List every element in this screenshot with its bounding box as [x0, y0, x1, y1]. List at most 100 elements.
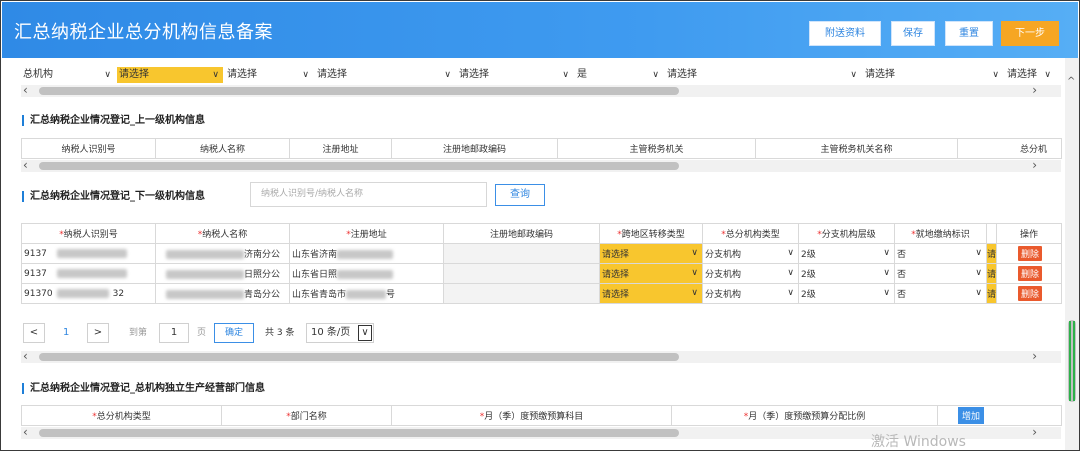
chevron-down-icon: ∨ [787, 268, 794, 278]
cell-taxpayer-id: 91370 32 [21, 283, 156, 304]
chevron-down-icon: ∨ [691, 268, 698, 278]
select-value: 总机构 [23, 69, 53, 80]
attach-materials-button[interactable]: 附送资料 [809, 21, 881, 46]
local-payment-select[interactable]: 否 ∨ [894, 283, 987, 304]
select-field-6[interactable]: 是 ∨ [575, 67, 663, 83]
column-label: 总分机构类型 [96, 412, 151, 422]
name-text: 济南分公 [244, 250, 281, 260]
top-select-row: 总机构 ∨ 请选择 ∨ 请选择 ∨ 请选择 ∨ 请选择 ∨ 是 ∨ 请选择 ∨ 请选择 ∨ 请选… [21, 67, 1061, 83]
lower-table-horizontal-scrollbar[interactable]: ‹ › [21, 349, 1061, 363]
horizontal-scroll-thumb[interactable] [39, 353, 679, 361]
column-header: 纳税人识别号 [21, 138, 156, 159]
section-title-upper: 汇总纳税企业情况登记_上一级机构信息 [22, 115, 205, 126]
next-page-button[interactable]: > [87, 323, 109, 343]
horizontal-scroll-thumb[interactable] [39, 162, 679, 170]
select-org-category[interactable]: 总机构 ∨ [21, 67, 115, 83]
select-field-2[interactable]: 请选择 ∨ [117, 67, 223, 83]
local-payment-select[interactable]: 否 ∨ [894, 243, 987, 264]
extra-select[interactable]: 请 [986, 263, 997, 284]
scroll-right-icon[interactable]: › [1032, 158, 1037, 172]
table-row: 9137 济南分公 山东省济南 请选择 ∨ 分支机构 ∨ 2级 ∨ 否 ∨ 请 删除 [21, 243, 1062, 264]
redacted-block [166, 270, 244, 279]
select-value: 10 条/页 [311, 327, 351, 338]
next-step-button[interactable]: 下一步 [1001, 21, 1059, 46]
column-label: 就地缴纳标识 [915, 230, 970, 240]
chevron-down-icon: ∨ [975, 288, 982, 298]
column-label: 月（季）度预缴预算分配比例 [748, 412, 866, 422]
taxpayer-id-text: 9137 [24, 268, 47, 279]
chevron-down-icon: ∨ [691, 288, 698, 298]
chevron-down-icon: ∨ [975, 248, 982, 258]
column-header: *分支机构层级 [798, 223, 895, 244]
save-button[interactable]: 保存 [891, 21, 935, 46]
taxpayer-id-tail: 32 [112, 288, 125, 299]
select-field-4[interactable]: 请选择 ∨ [315, 67, 455, 83]
select-field-7[interactable]: 请选择 ∨ [665, 67, 861, 83]
org-type-select[interactable]: 分支机构 ∨ [702, 283, 799, 304]
current-page[interactable]: 1 [63, 323, 69, 345]
prev-page-button[interactable]: < [23, 323, 45, 343]
search-input[interactable]: 纳税人识别号/纳税人名称 [250, 182, 487, 207]
address-text: 山东省青岛市 [292, 290, 347, 300]
branch-level-select[interactable]: 2级 ∨ [798, 243, 895, 264]
table-header-row: *总分机构类型 *部门名称 *月（季）度预缴预算科目 *月（季）度预缴预算分配比… [21, 405, 1062, 426]
select-field-5[interactable]: 请选择 ∨ [457, 67, 573, 83]
horizontal-scroll-thumb[interactable] [39, 429, 679, 437]
upper-table-horizontal-scrollbar[interactable]: ‹ › [21, 158, 1061, 172]
select-field-8[interactable]: 请选择 ∨ [863, 67, 1003, 83]
page-size-select[interactable]: 10 条/页 ∨ [306, 323, 374, 343]
table-row: 9137 日照分公 山东省日照 请选择 ∨ 分支机构 ∨ 2级 ∨ 否 ∨ 请 删除 [21, 263, 1062, 284]
scroll-right-icon[interactable]: › [1032, 349, 1037, 363]
extra-select[interactable]: 请 [986, 283, 997, 304]
page-number-input[interactable]: 1 [159, 323, 189, 343]
search-button[interactable]: 查询 [495, 184, 545, 206]
cell-taxpayer-name: 日照分公 [155, 263, 290, 284]
scroll-up-icon[interactable]: ^ [1067, 76, 1075, 87]
chevron-down-icon: ∨ [562, 70, 569, 80]
org-type-select[interactable]: 分支机构 ∨ [702, 263, 799, 284]
scroll-grip-icon [1069, 321, 1075, 401]
horizontal-scroll-thumb[interactable] [39, 87, 679, 95]
table-row: 91370 32 青岛分公 山东省青岛市号 请选择 ∨ 分支机构 ∨ 2级 ∨ 否 ∨ 请… [21, 283, 1062, 304]
scroll-right-icon[interactable]: › [1032, 425, 1037, 439]
chevron-down-icon: ∨ [212, 70, 219, 80]
scroll-left-icon[interactable]: ‹ [23, 83, 28, 97]
branch-level-select[interactable]: 2级 ∨ [798, 283, 895, 304]
delete-button[interactable]: 删除 [1017, 266, 1042, 281]
column-label: 纳税人识别号 [63, 230, 118, 240]
column-header-action: 操作 [996, 223, 1062, 244]
page-vertical-scrollbar[interactable]: ^ [1065, 58, 1079, 450]
extra-select[interactable]: 请 [986, 243, 997, 264]
scroll-left-icon[interactable]: ‹ [23, 349, 28, 363]
select-field-3[interactable]: 请选择 ∨ [225, 67, 313, 83]
confirm-page-button[interactable]: 确定 [214, 323, 254, 343]
select-value: 2级 [801, 290, 816, 300]
page-unit-label: 页 [197, 328, 207, 338]
chevron-down-icon: ∨ [992, 70, 999, 80]
scroll-left-icon[interactable]: ‹ [23, 425, 28, 439]
branch-level-select[interactable]: 2级 ∨ [798, 263, 895, 284]
transfer-type-select[interactable]: 请选择 ∨ [599, 283, 703, 304]
column-header: 纳税人名称 [155, 138, 290, 159]
add-button[interactable]: 增加 [958, 407, 985, 424]
name-text: 青岛分公 [244, 290, 281, 300]
local-payment-select[interactable]: 否 ∨ [894, 263, 987, 284]
transfer-type-select[interactable]: 请选择 ∨ [599, 263, 703, 284]
scroll-left-icon[interactable]: ‹ [23, 158, 28, 172]
column-header: 总分机 [957, 138, 1062, 159]
delete-button[interactable]: 删除 [1017, 246, 1042, 261]
dept-table: *总分机构类型 *部门名称 *月（季）度预缴预算科目 *月（季）度预缴预算分配比… [21, 405, 1062, 426]
taxpayer-id-text: 91370 [24, 288, 53, 299]
delete-button[interactable]: 删除 [1017, 286, 1042, 301]
transfer-type-select[interactable]: 请选择 ∨ [599, 243, 703, 264]
column-header: *月（季）度预缴预算分配比例 [671, 405, 938, 426]
column-header: *纳税人名称 [155, 223, 290, 244]
cell-action: 删除 [996, 243, 1062, 264]
reset-button[interactable]: 重置 [945, 21, 993, 46]
select-field-9[interactable]: 请选择 ∨ [1005, 67, 1061, 83]
column-header [986, 223, 997, 244]
top-row-horizontal-scrollbar[interactable]: ‹ › [21, 83, 1061, 97]
column-label: 注册地址 [350, 230, 387, 240]
scroll-right-icon[interactable]: › [1032, 83, 1037, 97]
org-type-select[interactable]: 分支机构 ∨ [702, 243, 799, 264]
